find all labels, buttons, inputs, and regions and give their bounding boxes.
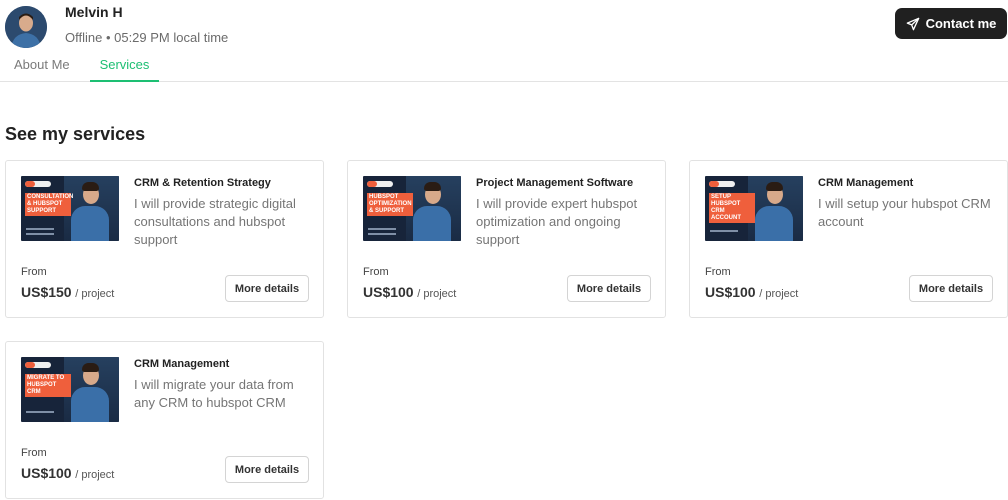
section-title: See my services	[5, 124, 146, 144]
service-title[interactable]: Project Management Software	[476, 177, 633, 189]
avatar[interactable]	[5, 6, 47, 48]
tab-services[interactable]: Services	[90, 57, 159, 82]
more-details-button[interactable]: More details	[225, 456, 309, 483]
service-card[interactable]: Consultation & Hubspot Support CRM & Ret…	[5, 160, 324, 318]
thumbnail-banner: Setup Hubspot CRM Account	[709, 193, 755, 223]
service-card[interactable]: Setup Hubspot CRM Account CRM Management…	[689, 160, 1008, 318]
price-line: US$150 / project	[21, 284, 114, 300]
price-line: US$100 / project	[363, 284, 456, 300]
profile-status: Offline • 05:29 PM local time	[65, 30, 229, 45]
hubspot-logo-icon	[709, 181, 735, 187]
more-details-button[interactable]: More details	[567, 275, 651, 302]
more-details-button[interactable]: More details	[225, 275, 309, 302]
from-label: From	[21, 447, 47, 459]
contact-me-label: Contact me	[925, 16, 997, 31]
service-description[interactable]: I will provide strategic digital consult…	[134, 195, 314, 249]
service-thumbnail[interactable]: Hubspot Optimization & Support	[363, 176, 461, 241]
service-price: US$100	[363, 284, 414, 300]
contact-me-button[interactable]: Contact me	[895, 8, 1007, 39]
service-price: US$100	[21, 465, 72, 481]
from-label: From	[363, 266, 389, 278]
service-card[interactable]: Migrate to Hubspot CRM CRM Management I …	[5, 341, 324, 499]
profile-header: Melvin H Offline • 05:29 PM local time C…	[0, 0, 1008, 82]
tab-about-me[interactable]: About Me	[14, 57, 70, 82]
from-label: From	[21, 266, 47, 278]
hubspot-logo-icon	[25, 181, 51, 187]
price-line: US$100 / project	[21, 465, 114, 481]
service-description[interactable]: I will setup your hubspot CRM account	[818, 195, 998, 231]
price-unit: / project	[417, 288, 457, 300]
hubspot-logo-icon	[367, 181, 393, 187]
thumbnail-banner: Consultation & Hubspot Support	[25, 193, 74, 216]
service-title[interactable]: CRM Management	[818, 177, 913, 189]
service-price: US$150	[21, 284, 72, 300]
send-icon	[906, 17, 919, 30]
thumbnail-banner: Migrate to Hubspot CRM	[25, 374, 71, 397]
service-card[interactable]: Hubspot Optimization & Support Project M…	[347, 160, 666, 318]
avatar-image	[5, 6, 47, 48]
from-label: From	[705, 266, 731, 278]
service-thumbnail[interactable]: Migrate to Hubspot CRM	[21, 357, 119, 422]
hubspot-logo-icon	[25, 362, 51, 368]
thumbnail-banner: Hubspot Optimization & Support	[367, 193, 413, 216]
service-description[interactable]: I will provide expert hubspot optimizati…	[476, 195, 656, 249]
price-unit: / project	[759, 288, 799, 300]
more-details-button[interactable]: More details	[909, 275, 993, 302]
price-unit: / project	[75, 288, 115, 300]
profile-name: Melvin H	[65, 4, 123, 20]
price-unit: / project	[75, 469, 115, 481]
service-price: US$100	[705, 284, 756, 300]
service-thumbnail[interactable]: Setup Hubspot CRM Account	[705, 176, 803, 241]
service-thumbnail[interactable]: Consultation & Hubspot Support	[21, 176, 119, 241]
service-title[interactable]: CRM Management	[134, 358, 229, 370]
service-description[interactable]: I will migrate your data from any CRM to…	[134, 376, 314, 412]
service-title[interactable]: CRM & Retention Strategy	[134, 177, 271, 189]
price-line: US$100 / project	[705, 284, 798, 300]
